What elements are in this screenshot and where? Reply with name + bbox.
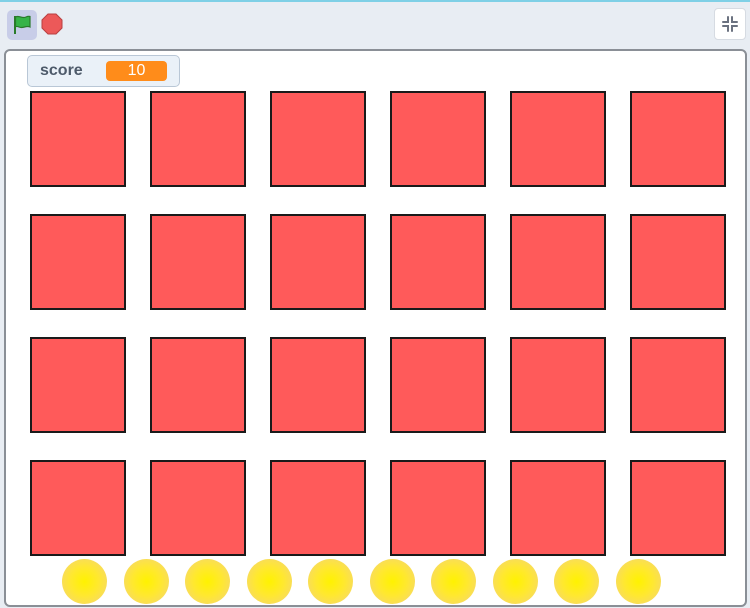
- coin-sprite[interactable]: [62, 559, 107, 604]
- stop-button[interactable]: [40, 12, 64, 36]
- game-tile[interactable]: [270, 214, 366, 310]
- game-tile[interactable]: [270, 337, 366, 433]
- coin-sprite[interactable]: [247, 559, 292, 604]
- coin-sprite[interactable]: [124, 559, 169, 604]
- green-flag-button[interactable]: [7, 10, 37, 40]
- game-tile[interactable]: [390, 460, 486, 556]
- scratch-player: score 10: [0, 0, 750, 608]
- game-tile[interactable]: [630, 460, 726, 556]
- game-tile[interactable]: [630, 214, 726, 310]
- game-tile[interactable]: [510, 337, 606, 433]
- game-tile[interactable]: [630, 337, 726, 433]
- game-tile[interactable]: [390, 91, 486, 187]
- game-tile[interactable]: [150, 214, 246, 310]
- game-tile[interactable]: [150, 91, 246, 187]
- game-tile[interactable]: [270, 91, 366, 187]
- unfullscreen-button[interactable]: [714, 8, 746, 40]
- game-tile[interactable]: [510, 91, 606, 187]
- game-tile[interactable]: [150, 337, 246, 433]
- score-label: score: [40, 62, 83, 79]
- game-stage[interactable]: score 10: [4, 49, 747, 607]
- coin-sprite[interactable]: [431, 559, 476, 604]
- green-flag-icon: [14, 15, 31, 34]
- stop-sign-icon: [41, 13, 63, 35]
- game-tile[interactable]: [630, 91, 726, 187]
- game-tile[interactable]: [510, 460, 606, 556]
- game-tile[interactable]: [150, 460, 246, 556]
- coin-sprite[interactable]: [185, 559, 230, 604]
- coin-sprite[interactable]: [493, 559, 538, 604]
- game-tile[interactable]: [30, 214, 126, 310]
- game-tile[interactable]: [270, 460, 366, 556]
- game-tile[interactable]: [30, 91, 126, 187]
- game-tile[interactable]: [390, 214, 486, 310]
- game-tile[interactable]: [390, 337, 486, 433]
- coin-sprite[interactable]: [554, 559, 599, 604]
- player-toolbar: [0, 2, 750, 46]
- coin-sprite[interactable]: [370, 559, 415, 604]
- score-monitor: score 10: [27, 55, 180, 87]
- coin-sprite[interactable]: [308, 559, 353, 604]
- game-tile[interactable]: [30, 460, 126, 556]
- score-value: 10: [106, 61, 167, 81]
- coin-sprite[interactable]: [616, 559, 661, 604]
- game-tile[interactable]: [30, 337, 126, 433]
- unfullscreen-icon: [722, 16, 738, 32]
- game-tile[interactable]: [510, 214, 606, 310]
